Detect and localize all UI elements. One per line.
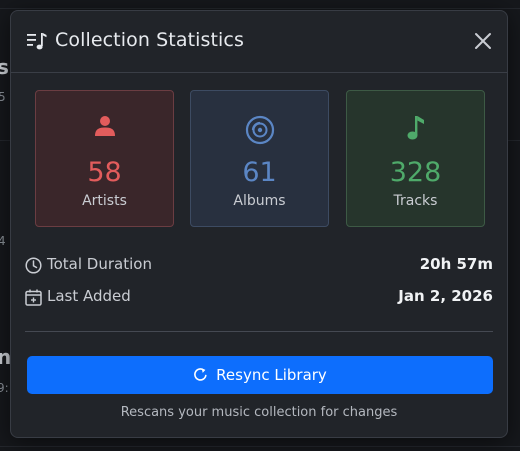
artists-count: 58: [87, 157, 122, 188]
albums-count: 61: [242, 157, 277, 188]
refresh-icon: [194, 368, 207, 381]
person-icon: [94, 116, 115, 136]
stat-card-albums: 61 Albums: [190, 90, 329, 227]
last-added-value: Jan 2, 2026: [398, 287, 493, 305]
collection-statistics-modal: Collection Statistics 58 Artists 61 Albu…: [10, 10, 508, 438]
clock-icon: [25, 257, 42, 274]
close-icon[interactable]: [473, 31, 493, 51]
background-text-fragment: 9:: [0, 381, 9, 395]
total-duration-value: 20h 57m: [419, 255, 493, 273]
modal-title: Collection Statistics: [55, 29, 244, 51]
background-text-fragment: 4: [0, 234, 6, 248]
resync-library-label: Resync Library: [216, 366, 327, 384]
music-list-icon: [27, 33, 47, 50]
last-added-label: Last Added: [47, 287, 131, 305]
tracks-count: 328: [389, 157, 442, 188]
section-divider: [25, 331, 493, 332]
background-heading-fragment: s: [0, 55, 9, 79]
music-note-icon: [407, 116, 424, 140]
artists-label: Artists: [82, 193, 127, 209]
background-divider: [0, 8, 520, 9]
stat-card-tracks: 328 Tracks: [346, 90, 485, 227]
disc-icon: [245, 115, 274, 145]
last-added-row: Last Added Jan 2, 2026: [25, 287, 493, 309]
background-text-fragment: 5: [0, 90, 6, 104]
stat-card-artists: 58 Artists: [35, 90, 174, 227]
albums-label: Albums: [233, 193, 286, 209]
tracks-label: Tracks: [393, 193, 438, 209]
resync-library-button[interactable]: Resync Library: [27, 356, 493, 394]
total-duration-row: Total Duration 20h 57m: [25, 255, 493, 277]
background-divider: [0, 446, 520, 447]
total-duration-label: Total Duration: [47, 255, 152, 273]
calendar-plus-icon: [25, 289, 42, 306]
modal-header: Collection Statistics: [11, 11, 507, 73]
resync-hint: Rescans your music collection for change…: [120, 405, 398, 420]
